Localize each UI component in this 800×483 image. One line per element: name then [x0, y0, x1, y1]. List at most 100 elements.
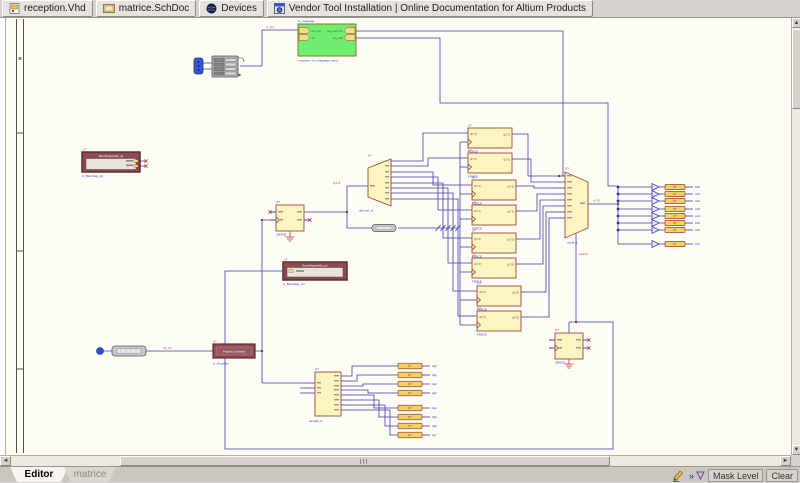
tab-devices[interactable]: Devices: [199, 0, 264, 17]
svg-text:lig1: lig1: [433, 373, 438, 377]
col-driver-5[interactable]: [652, 220, 693, 227]
lig-resistor-7[interactable]: [398, 432, 430, 438]
lig-resistor-4[interactable]: [398, 405, 430, 411]
wire-registers-mux[interactable]: [518, 134, 559, 317]
svg-text:lig3: lig3: [433, 391, 438, 395]
entry-in1: mot_dep: [311, 30, 321, 33]
bottom-tab-bar: Editor matrice » Mask Level Clear: [0, 466, 800, 482]
sheet2-ref: U?: [284, 258, 288, 262]
col-driver-0[interactable]: [652, 184, 693, 191]
tab-reception-vhd[interactable]: reception.Vhd: [2, 0, 93, 17]
lig-resistor-5[interactable]: [398, 414, 430, 420]
vertical-scroll-thumb[interactable]: [792, 29, 800, 109]
register-6[interactable]: [466, 254, 522, 284]
decoder-ref: U?: [315, 367, 319, 371]
decoder-3-8[interactable]: U? decod3_8: [307, 367, 346, 423]
filter-selection-icon[interactable]: »: [689, 468, 705, 482]
sphere-part[interactable]: [97, 348, 104, 355]
db9-connector[interactable]: [194, 58, 203, 74]
scroll-left-arrow[interactable]: ◄: [0, 456, 11, 466]
net-label-s70: s(7:0): [593, 199, 600, 203]
col-driver-2[interactable]: [652, 198, 693, 205]
net-label-q30: q(3:0): [333, 181, 340, 185]
svg-text:lig6: lig6: [433, 424, 438, 428]
register-4[interactable]: [466, 201, 522, 231]
tab-label: Vendor Tool Installation | Online Docume…: [289, 3, 586, 14]
register-2[interactable]: [462, 149, 518, 179]
col-driver-1[interactable]: [652, 191, 693, 198]
bus-coupler[interactable]: [372, 225, 396, 232]
svg-text:col7: col7: [695, 242, 700, 246]
frequency-generator[interactable]: Frequency Generator U? U_FreqGen: [213, 340, 255, 366]
demux-type: demux1_8: [359, 209, 373, 213]
horizontal-scroll-thumb[interactable]: [120, 456, 610, 466]
sheet2-label: U_BancReg_col: [283, 282, 305, 286]
col-driver-3[interactable]: [652, 206, 693, 213]
net-label-sel: sel(2:0): [579, 252, 588, 256]
mux-8-1[interactable]: U? mux8_1: [559, 167, 590, 245]
clear-button[interactable]: Clear: [766, 469, 798, 482]
dip-switch[interactable]: [212, 56, 244, 77]
counter-1[interactable]: [270, 200, 310, 237]
net-label-rx-led: rx_led: [266, 25, 274, 29]
lig-resistor-2[interactable]: [398, 381, 430, 387]
svg-text:col5: col5: [695, 221, 700, 225]
svg-text:lig0: lig0: [433, 364, 438, 368]
schematic-editor-canvas[interactable]: U? FD8CE d(7:0) q(7:0) R? R?: [0, 18, 791, 455]
wire-mux-buffers[interactable]: [590, 186, 652, 244]
wires[interactable]: [103, 30, 652, 449]
scroll-up-arrow[interactable]: ▲: [792, 18, 800, 28]
tab-editor[interactable]: Editor: [10, 467, 68, 482]
svg-text:lig4: lig4: [433, 406, 438, 410]
mappage-block[interactable]: mot_dep clk seq_mem(7:0) seq_valid U_map…: [298, 19, 356, 63]
svg-text:col4: col4: [695, 214, 700, 218]
scroll-right-arrow[interactable]: ►: [780, 456, 791, 466]
tab-vendor-docs[interactable]: Vendor Tool Installation | Online Docume…: [267, 0, 593, 17]
horizontal-scrollbar[interactable]: ◄ ►: [0, 455, 791, 466]
annotate-pencil-icon[interactable]: [670, 468, 686, 482]
sheet2-title: BancRegistre8p_col: [302, 264, 327, 268]
register-8[interactable]: [471, 307, 527, 337]
demux-1-8[interactable]: U? demux1_8: [359, 154, 397, 213]
entry-out2: seq_valid: [332, 37, 343, 40]
lig-resistor-6[interactable]: [398, 423, 430, 429]
tab-label: Devices: [221, 3, 257, 14]
mappage-ref: U_mappage: [298, 19, 315, 23]
svg-text:lig2: lig2: [433, 382, 438, 386]
tab-matrice-schdoc[interactable]: matrice.SchDoc: [96, 0, 197, 17]
freqgen-title: Frequency Generator: [223, 351, 245, 354]
net-label-clk-brd: clk_brd: [163, 346, 172, 350]
sheet1-title: BancRegistre8p_lig: [99, 154, 124, 158]
wire-decoder-resistors[interactable]: [346, 366, 398, 435]
document-tab-bar: reception.Vhd matrice.SchDoc Devices Ven…: [0, 0, 800, 18]
mask-level-button[interactable]: Mask Level: [708, 469, 764, 482]
tab-matrice-view[interactable]: matrice: [64, 467, 116, 482]
vertical-scrollbar[interactable]: ▲ ▼: [791, 18, 800, 455]
svg-text:col2: col2: [695, 199, 700, 203]
col-driver-4[interactable]: [652, 213, 693, 220]
svg-text:lig5: lig5: [433, 415, 438, 419]
col-driver-7[interactable]: [652, 241, 693, 248]
col-driver-6[interactable]: [652, 227, 693, 234]
freqgen-label: U_FreqGen: [213, 362, 229, 366]
scrollbar-corner: [791, 455, 800, 466]
sheet-symbol-banc-registre-col[interactable]: BancRegistre8p_col U? U_BancReg_col: [283, 258, 347, 287]
oscillator[interactable]: [112, 346, 146, 356]
scroll-down-arrow[interactable]: ▼: [792, 445, 800, 455]
lig-resistor-3[interactable]: [398, 390, 430, 396]
counter-2[interactable]: [549, 328, 589, 365]
schematic-sheet[interactable]: U? FD8CE d(7:0) q(7:0) R? R?: [0, 18, 791, 455]
browser-page-icon: [274, 3, 285, 14]
decoder-type: decod3_8: [309, 419, 323, 423]
lig-resistor-0[interactable]: [398, 363, 430, 369]
vhdl-file-icon: [9, 3, 20, 14]
mux-type: mux8_1: [567, 241, 578, 245]
sheet1-ref: U?: [83, 148, 87, 152]
tab-label: matrice.SchDoc: [119, 3, 190, 14]
tab-label: reception.Vhd: [24, 3, 86, 14]
schematic-file-icon: [103, 3, 115, 14]
mappage-caption: <matrice> t/m mappage_word: [298, 59, 338, 63]
sheet-symbol-banc-registre-lig[interactable]: BancRegistre8p_lig U? U_BancReg_lig: [82, 148, 140, 179]
panel-edge: [0, 18, 6, 455]
lig-resistor-1[interactable]: [398, 372, 430, 378]
